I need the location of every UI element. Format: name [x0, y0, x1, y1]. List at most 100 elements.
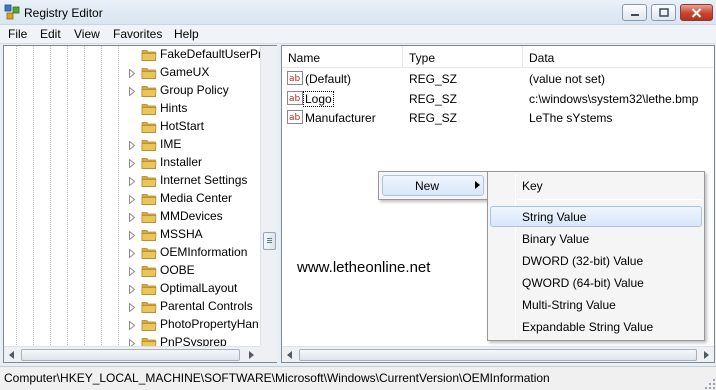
- value-row[interactable]: ab Logo REG_SZ c:\windows\system32\lethe…: [282, 89, 714, 108]
- submenu-arrow-icon: [475, 181, 480, 189]
- expand-arrow-icon[interactable]: [128, 87, 136, 96]
- expand-arrow-icon[interactable]: [128, 321, 136, 330]
- value-name: Manufacturer: [305, 111, 376, 125]
- column-header-label: Type: [409, 51, 436, 65]
- expand-arrow-icon[interactable]: [128, 249, 136, 258]
- scroll-right-icon[interactable]: [246, 350, 256, 360]
- menu-file[interactable]: File: [6, 27, 29, 41]
- tree-node-label: FakeDefaultUserPr: [160, 47, 263, 61]
- expand-arrow-icon[interactable]: [128, 303, 136, 312]
- status-bar: Computer\HKEY_LOCAL_MACHINE\SOFTWARE\Mic…: [0, 366, 716, 390]
- tree-hscroll-thumb[interactable]: [21, 349, 240, 361]
- column-header-name[interactable]: Name: [282, 46, 403, 68]
- folder-icon: [141, 194, 157, 205]
- folder-icon: [141, 320, 157, 331]
- folder-icon: [141, 284, 157, 295]
- menu-bar: File Edit View Favorites Help: [0, 25, 716, 44]
- svg-text:ab: ab: [289, 94, 301, 104]
- menu-item-label: DWORD (32-bit) Value: [522, 254, 644, 268]
- tree-node-label: HotStart: [160, 119, 205, 133]
- column-header-label: Data: [529, 51, 555, 65]
- svg-text:ab: ab: [289, 74, 301, 84]
- menu-favorites[interactable]: Favorites: [111, 27, 164, 41]
- scroll-corner: [260, 346, 277, 362]
- tree-node-label: Installer: [160, 155, 203, 169]
- menu-edit[interactable]: Edit: [38, 27, 63, 41]
- tree-node-label: Group Policy: [160, 83, 229, 97]
- tree-pane[interactable]: FakeDefaultUserPr GameUX Group Policy Hints…: [3, 45, 277, 363]
- column-header-label: Name: [288, 51, 321, 65]
- folder-icon: [141, 158, 157, 169]
- scroll-right-icon[interactable]: [701, 350, 711, 360]
- expand-arrow-icon[interactable]: [128, 213, 136, 222]
- expand-arrow-icon[interactable]: [128, 69, 136, 78]
- menu-item-label: Expandable String Value: [522, 320, 654, 334]
- value-name: Logo: [303, 91, 334, 107]
- tree-horizontal-scrollbar[interactable]: [4, 346, 260, 362]
- string-value-icon: ab: [287, 110, 303, 124]
- scroll-left-icon[interactable]: [7, 350, 17, 360]
- expand-arrow-icon[interactable]: [128, 141, 136, 150]
- value-name: (Default): [305, 72, 352, 86]
- expand-arrow-icon[interactable]: [128, 177, 136, 186]
- folder-icon: [141, 176, 157, 187]
- expand-arrow-icon[interactable]: [128, 231, 136, 240]
- folder-icon: [141, 140, 157, 151]
- menu-item-label: Binary Value: [522, 232, 590, 246]
- expand-arrow-icon[interactable]: [128, 195, 136, 204]
- string-value-icon: ab: [287, 71, 303, 85]
- expand-arrow-icon[interactable]: [128, 285, 136, 294]
- tree-guide-lines: [16, 46, 119, 346]
- close-button[interactable]: [680, 4, 713, 21]
- maximize-icon: [658, 7, 669, 17]
- folder-icon: [141, 104, 157, 115]
- tree-node-label: OptimalLayout: [160, 281, 238, 295]
- close-icon: [691, 7, 702, 18]
- folder-icon: [141, 68, 157, 79]
- expand-arrow-icon[interactable]: [128, 267, 136, 276]
- tree-node-label: OEMInformation: [160, 245, 248, 259]
- tree-node-label: Hints: [160, 101, 188, 115]
- tree-scroll-thumb[interactable]: [263, 232, 276, 250]
- folder-icon: [141, 50, 157, 61]
- scroll-left-icon[interactable]: [285, 350, 295, 360]
- folder-icon: [141, 230, 157, 241]
- tree-node-label: OOBE: [160, 263, 195, 277]
- value-type: REG_SZ: [409, 92, 458, 106]
- column-header-data[interactable]: Data: [523, 46, 714, 68]
- folder-icon: [141, 122, 157, 133]
- column-header-type[interactable]: Type: [403, 46, 523, 68]
- tree-node-label: GameUX: [160, 65, 210, 79]
- menu-item-label: QWORD (64-bit) Value: [522, 276, 644, 290]
- value-data: LeThe sYstems: [529, 111, 613, 125]
- menu-separator: [518, 199, 702, 200]
- menu-item-label: Key: [522, 179, 543, 193]
- string-value-icon: ab: [287, 91, 303, 105]
- tree-node-label: PhotoPropertyHan: [160, 317, 259, 331]
- registry-icon: [4, 4, 20, 20]
- value-row[interactable]: ab (Default) REG_SZ (value not set): [282, 69, 714, 88]
- folder-icon: [141, 248, 157, 259]
- menu-view[interactable]: View: [72, 27, 102, 41]
- svg-text:ab: ab: [289, 113, 301, 123]
- minimize-icon: [630, 13, 639, 16]
- title-bar: Registry Editor: [0, 0, 716, 25]
- expand-arrow-icon[interactable]: [128, 159, 136, 168]
- context-menu: New: [378, 171, 488, 200]
- minimize-button[interactable]: [622, 4, 647, 21]
- tree-node-label: Media Center: [160, 191, 233, 205]
- tree-node-label: MSSHA: [160, 227, 203, 241]
- menu-item-label: Multi-String Value: [522, 298, 616, 312]
- values-hscroll-thumb[interactable]: [299, 349, 697, 361]
- values-horizontal-scrollbar[interactable]: [282, 346, 714, 362]
- resize-grip-icon[interactable]: [704, 378, 716, 390]
- menu-gutter: [515, 174, 516, 338]
- folder-icon: [141, 86, 157, 97]
- watermark-text: www.letheonline.net: [297, 259, 431, 276]
- value-row[interactable]: ab Manufacturer REG_SZ LeThe sYstems: [282, 108, 714, 127]
- menu-help[interactable]: Help: [172, 27, 201, 41]
- value-type: REG_SZ: [409, 111, 458, 125]
- new-submenu: Key String Value Binary Value DWORD (32-…: [487, 171, 705, 341]
- maximize-button[interactable]: [651, 4, 676, 21]
- tree-vertical-scrollbar[interactable]: [260, 46, 277, 346]
